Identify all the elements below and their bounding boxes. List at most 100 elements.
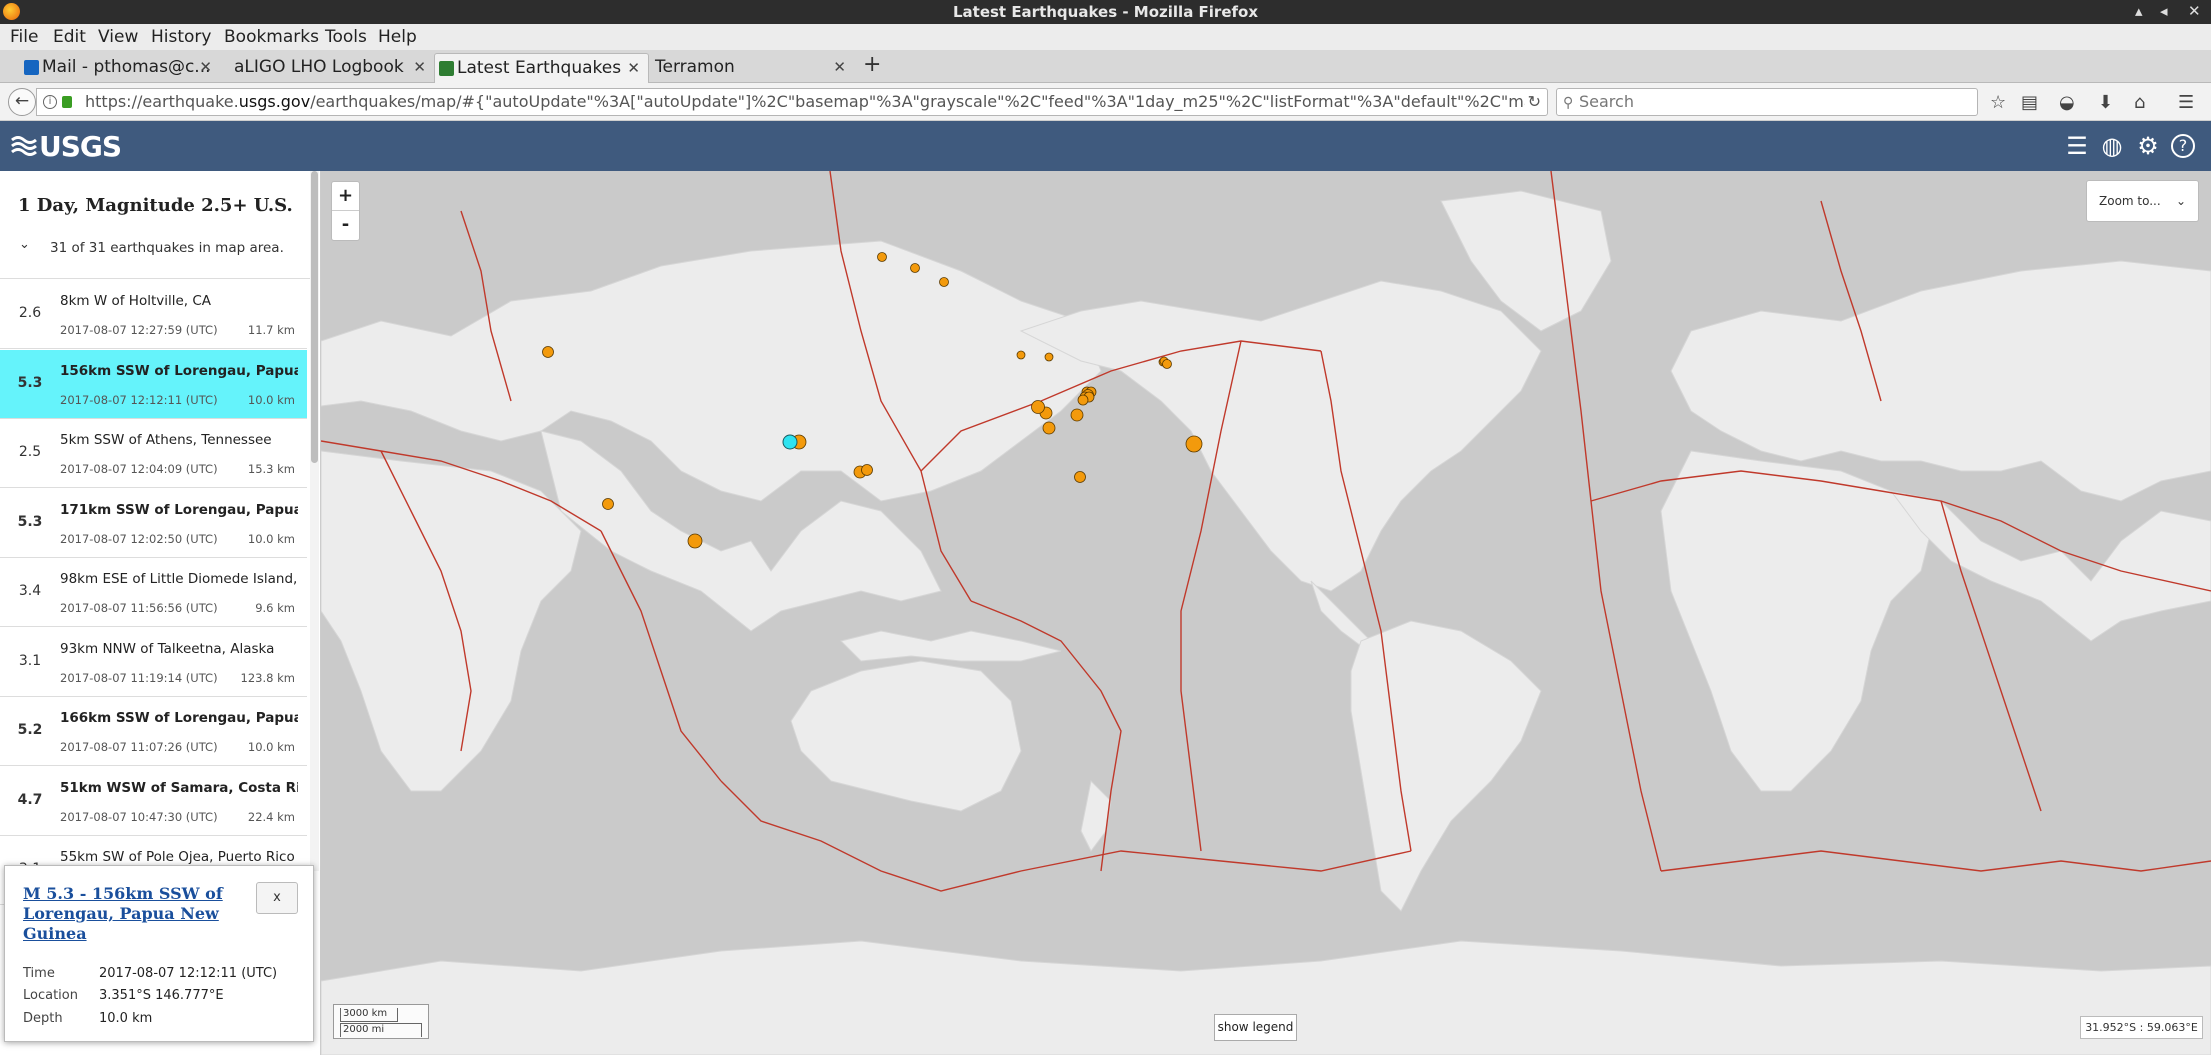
zoom-in-button[interactable]: + — [332, 182, 359, 211]
earthquake-marker[interactable] — [1185, 435, 1203, 453]
earthquake-marker[interactable] — [861, 464, 873, 476]
zoom-to-label: Zoom to... — [2099, 194, 2161, 208]
home-icon[interactable]: ⌂ — [2134, 92, 2145, 113]
eq-magnitude: 3.1 — [18, 652, 42, 669]
search-input[interactable]: ⚲ Search — [1556, 88, 1978, 116]
list-title: 1 Day, Magnitude 2.5+ U.S. — [18, 195, 293, 216]
popup-title-link[interactable]: M 5.3 - 156km SSW of Lorengau, Papua New… — [23, 884, 243, 944]
land-layer — [321, 190, 2211, 1055]
popup-location-value: 3.351°S 146.777°E — [99, 988, 224, 1003]
close-icon[interactable]: ✕ — [833, 53, 846, 81]
earthquake-list-panel: 1 Day, Magnitude 2.5+ U.S. ⌄ 31 of 31 ea… — [0, 171, 321, 1055]
list-icon[interactable]: ☰ — [2063, 132, 2091, 160]
tab-mail[interactable]: Mail - pthomas@c... ✕ — [20, 53, 220, 83]
land-central-america — [1310, 580, 1372, 647]
menu-bookmarks[interactable]: Bookmarks — [224, 27, 319, 47]
earthquake-list-item[interactable]: 5.3 156km SSW of Lorengau, Papua New Guin… — [0, 349, 307, 419]
earthquake-list-item[interactable]: 2.5 5km SSW of Athens, Tennessee 2017-08-0… — [0, 419, 307, 488]
earthquake-marker[interactable] — [602, 498, 614, 510]
usgs-logo[interactable]: USGS — [11, 130, 122, 163]
earthquake-list-item[interactable]: 2.6 8km W of Holtville, CA 2017-08-07 12:2… — [0, 280, 307, 349]
download-icon[interactable]: ⬇ — [2098, 92, 2113, 113]
eq-time: 2017-08-07 11:56:56 (UTC) — [60, 601, 218, 615]
close-icon[interactable]: ✕ — [413, 53, 426, 81]
land-australia — [790, 660, 1022, 812]
popup-depth-value: 10.0 km — [99, 1011, 153, 1026]
zoom-out-button[interactable]: - — [332, 211, 359, 240]
eq-place: 55km SW of Pole Ojea, Puerto Rico — [60, 849, 295, 865]
info-icon[interactable]: i — [43, 95, 57, 109]
plate-boundary — [1660, 850, 2211, 872]
menu-help[interactable]: Help — [378, 27, 417, 47]
earthquake-marker[interactable] — [1016, 350, 1026, 360]
earthquake-marker[interactable] — [1031, 400, 1045, 414]
earthquake-list-item[interactable]: 3.1 93km NNW of Talkeetna, Alaska 2017-08-… — [0, 627, 307, 697]
eq-time: 2017-08-07 12:12:11 (UTC) — [60, 392, 218, 407]
popup-close-button[interactable]: x — [256, 882, 298, 914]
eq-time: 2017-08-07 10:47:30 (UTC) — [60, 809, 218, 824]
reading-list-icon[interactable]: ▤ — [2021, 92, 2038, 113]
globe-icon[interactable]: ◍ — [2098, 132, 2126, 160]
window-minimize-icon[interactable]: ▴ — [2135, 2, 2143, 20]
earthquake-marker[interactable] — [939, 277, 949, 287]
popup-location-label: Location — [23, 988, 78, 1003]
eq-place: 98km ESE of Little Diomede Island, Alask… — [60, 571, 298, 587]
earthquake-list-item[interactable]: 3.4 98km ESE of Little Diomede Island, Al… — [0, 558, 307, 627]
show-legend-button[interactable]: show legend — [1214, 1014, 1297, 1041]
tab-label: Latest Earthquakes — [457, 58, 622, 78]
eq-place: 93km NNW of Talkeetna, Alaska — [60, 640, 275, 657]
menu-history[interactable]: History — [151, 27, 211, 47]
pocket-icon[interactable]: ◒ — [2059, 92, 2075, 113]
usgs-waves-icon — [11, 136, 37, 156]
eq-time: 2017-08-07 12:04:09 (UTC) — [60, 462, 218, 476]
earthquake-list-item[interactable]: 5.3 171km SSW of Lorengau, Papua New Guin… — [0, 488, 307, 558]
menu-edit[interactable]: Edit — [53, 27, 86, 47]
land-indonesia — [840, 630, 1062, 662]
map-canvas[interactable] — [321, 171, 2211, 1055]
earthquake-marker[interactable] — [1042, 421, 1056, 435]
earthquake-marker[interactable] — [1074, 471, 1086, 483]
menu-view[interactable]: View — [98, 27, 138, 47]
earthquake-marker[interactable] — [910, 263, 920, 273]
tab-latest-earthquakes[interactable]: Latest Earthquakes ✕ — [434, 53, 649, 83]
window-close-icon[interactable]: ✕ — [2188, 2, 2201, 20]
new-tab-icon[interactable]: + — [863, 52, 881, 77]
hamburger-menu-icon[interactable]: ☰ — [2178, 92, 2194, 113]
earthquake-marker[interactable] — [542, 346, 554, 358]
earthquake-marker[interactable] — [687, 533, 703, 549]
list-scrollbar[interactable] — [310, 171, 319, 871]
menu-file[interactable]: File — [10, 27, 38, 47]
earthquake-marker[interactable] — [1070, 408, 1084, 422]
earthquake-marker[interactable] — [877, 252, 887, 262]
back-button[interactable]: ← — [8, 88, 36, 116]
close-icon[interactable]: ✕ — [199, 53, 212, 81]
close-icon[interactable]: ✕ — [627, 54, 640, 82]
earthquake-list-item[interactable]: 4.7 51km WSW of Samara, Costa Rica 2017-08… — [0, 766, 307, 836]
window-maximize-icon[interactable]: ◂ — [2160, 2, 2168, 20]
url-bar[interactable]: i https://earthquake.usgs.gov/earthquake… — [36, 88, 1548, 116]
earthquake-marker[interactable] — [1077, 394, 1089, 406]
earthquake-list-item[interactable]: 5.2 166km SSW of Lorengau, Papua New Guin… — [0, 697, 307, 766]
tab-label: Mail - pthomas@c... — [42, 57, 211, 77]
zoom-to-select[interactable]: Zoom to... ⌄ — [2086, 180, 2199, 222]
tab-label: aLIGO LHO Logbook — [234, 57, 404, 77]
eq-depth: 15.3 km — [247, 462, 295, 476]
menu-tools[interactable]: Tools — [325, 27, 367, 47]
cursor-coordinates: 31.952°S : 59.063°E — [2080, 1016, 2203, 1039]
earthquake-marker[interactable] — [1044, 352, 1054, 362]
eq-depth: 10.0 km — [247, 531, 295, 546]
earthquake-marker[interactable] — [1162, 359, 1172, 369]
gear-icon[interactable]: ⚙ — [2134, 132, 2162, 160]
bookmark-star-icon[interactable]: ☆ — [1990, 92, 2006, 113]
tab-terramon[interactable]: Terramon ✕ — [649, 53, 854, 83]
tab-logbook[interactable]: aLIGO LHO Logbook ✕ — [212, 53, 434, 83]
url-text: https://earthquake.usgs.gov/earthquakes/… — [85, 92, 1525, 111]
plate-boundary — [720, 780, 1412, 892]
eq-place: 166km SSW of Lorengau, Papua New Guinea — [60, 710, 298, 726]
earthquake-marker-selected[interactable] — [782, 434, 798, 450]
earthquake-map[interactable]: + - Zoom to... ⌄ 3000 km 2000 mi show le… — [321, 171, 2211, 1055]
help-icon[interactable]: ? — [2171, 134, 2195, 158]
chevron-down-icon[interactable]: ⌄ — [19, 237, 30, 252]
scrollbar-thumb[interactable] — [311, 171, 318, 463]
reload-icon[interactable]: ↻ — [1528, 89, 1541, 115]
